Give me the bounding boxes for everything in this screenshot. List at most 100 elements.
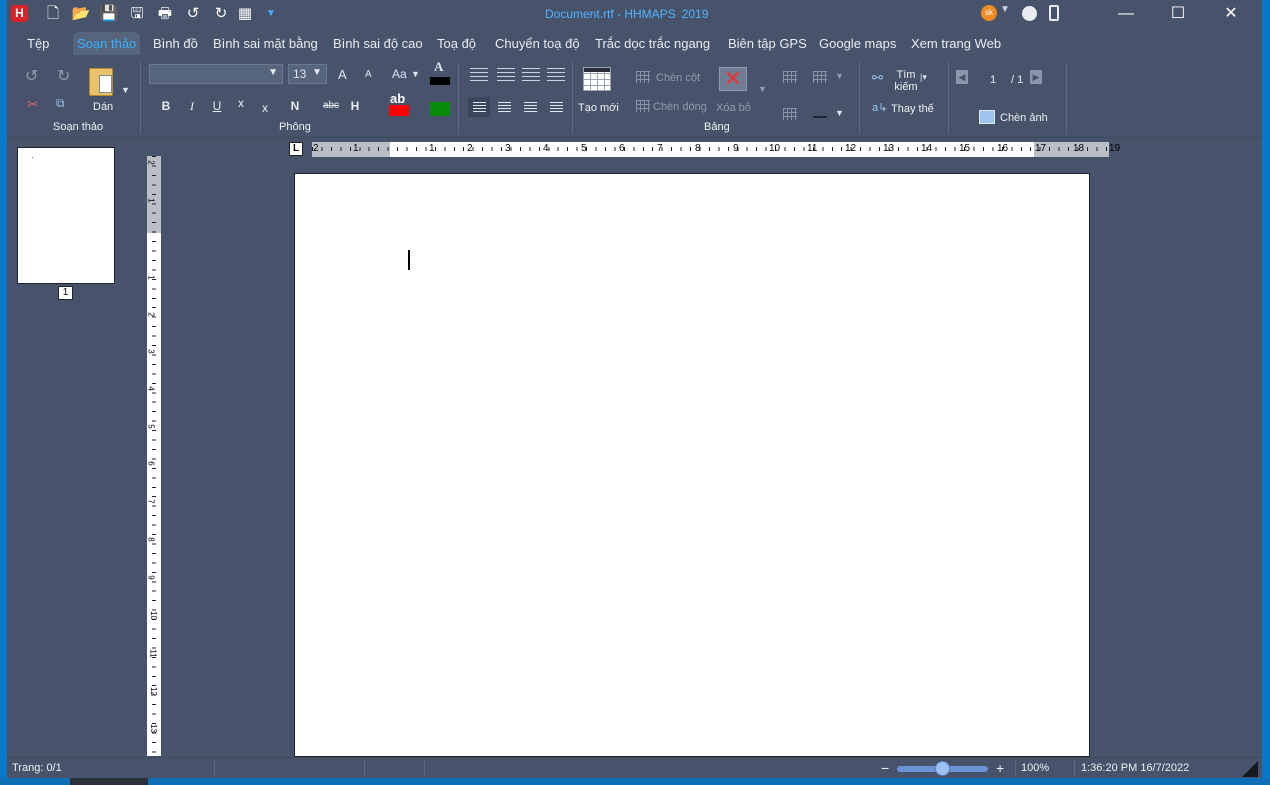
undo-icon[interactable]: ↺ <box>25 66 38 86</box>
paste-label[interactable]: Dán <box>93 101 113 113</box>
subscript-button[interactable]: x <box>233 95 249 111</box>
undo-icon[interactable]: ↺ <box>183 4 203 24</box>
maximize-button[interactable]: ☐ <box>1152 0 1204 28</box>
menu-binh-sai-do-cao[interactable]: Bình sai độ cao <box>333 36 423 51</box>
copy-icon[interactable]: ⧉ <box>56 96 65 111</box>
chevron-down-icon[interactable]: |▾ <box>920 72 927 83</box>
next-page-icon[interactable]: ▶ <box>1030 70 1042 84</box>
usb-key-icon[interactable] <box>1049 5 1059 21</box>
binoculars-icon[interactable]: ⚯ <box>872 70 883 86</box>
ruler-label: 4 <box>146 386 156 391</box>
align-left-button[interactable] <box>468 97 490 117</box>
previous-page-icon[interactable]: ◀ <box>956 70 968 84</box>
chevron-down-icon[interactable]: ▼ <box>1000 4 1010 15</box>
insert-image-button[interactable]: Chèn ảnh <box>1000 112 1048 124</box>
redo-icon[interactable]: ↻ <box>211 4 231 24</box>
close-button[interactable]: ✕ <box>1205 0 1257 28</box>
account-avatar[interactable]: sk <box>981 5 997 21</box>
menu-binh-do[interactable]: Bình đồ <box>153 36 198 51</box>
normal-style-button[interactable]: N <box>287 98 303 114</box>
print-icon[interactable]: 🖶 <box>155 4 175 24</box>
decrease-indent-icon[interactable] <box>522 68 540 82</box>
theme-toggle-button[interactable] <box>1022 6 1037 21</box>
bold-button[interactable]: B <box>158 98 174 114</box>
chevron-down-icon[interactable]: ▼ <box>411 69 420 79</box>
heading-button[interactable]: H <box>347 98 363 114</box>
font-color-button[interactable]: A <box>434 59 443 75</box>
menu-soan-thao[interactable]: Soạn thảo <box>73 32 141 55</box>
grow-font-button[interactable]: A <box>338 67 347 82</box>
resize-grip-icon[interactable] <box>1242 761 1258 777</box>
menu-toa-do[interactable]: Toạ độ <box>437 36 476 51</box>
page-thumbnail[interactable] <box>17 147 115 284</box>
strikethrough-button[interactable]: abc <box>320 98 342 114</box>
chevron-down-icon[interactable]: ▼ <box>835 71 844 81</box>
italic-button[interactable]: I <box>184 98 200 114</box>
shrink-font-button[interactable]: A <box>365 69 372 80</box>
new-table-button[interactable]: Tạo mới <box>578 102 619 114</box>
insert-column-button[interactable]: Chèn cột <box>656 72 700 84</box>
save-icon[interactable]: 💾 <box>99 4 119 24</box>
change-case-button[interactable]: Aa <box>392 67 407 81</box>
vertical-ruler[interactable]: 2 1 1 2 3 4 5 6 7 8 9 10 11 12 13 <box>147 156 161 756</box>
text-cursor <box>408 250 410 270</box>
ruler-label: 4 <box>543 143 549 154</box>
replace-icon[interactable]: a↳ <box>872 101 887 114</box>
chevron-down-icon[interactable]: ▼ <box>121 85 130 95</box>
zoom-in-button[interactable]: + <box>996 760 1004 776</box>
bullet-list-icon[interactable] <box>470 68 488 82</box>
save-as-icon[interactable]: 🖫 <box>127 4 147 24</box>
menu-binh-sai-mat-bang[interactable]: Bình sai mặt bằng <box>213 36 318 51</box>
cut-icon[interactable]: ✂ <box>27 96 39 113</box>
split-cells-icon[interactable] <box>813 71 827 83</box>
zoom-slider-handle[interactable] <box>934 761 950 776</box>
numbered-list-icon[interactable] <box>497 68 515 82</box>
insert-row-button[interactable]: Chèn dòng <box>653 101 707 113</box>
menu-trac-doc-trac-ngang[interactable]: Trắc dọc trắc ngang <box>595 36 710 51</box>
table-properties-icon[interactable] <box>783 108 797 120</box>
redo-icon[interactable]: ↻ <box>57 66 70 86</box>
new-document-icon[interactable]: 🗋 <box>43 4 63 24</box>
increase-indent-icon[interactable] <box>547 68 565 82</box>
menu-google-maps[interactable]: Google maps <box>819 36 896 51</box>
underline-button[interactable]: U <box>209 98 225 114</box>
image-icon[interactable] <box>979 110 995 124</box>
calculator-icon[interactable]: ▦ <box>235 4 255 24</box>
open-icon[interactable]: 📂 <box>71 4 91 24</box>
menu-xem-trang-web[interactable]: Xem trang Web <box>911 36 1001 51</box>
page-current[interactable]: 1 <box>990 74 996 86</box>
font-name-select[interactable]: ▼ <box>149 64 283 84</box>
customize-icon[interactable]: ▼ <box>261 4 281 24</box>
menu-tep[interactable]: Tệp <box>27 36 49 51</box>
app-logo-icon[interactable]: H <box>11 5 28 22</box>
align-right-button[interactable] <box>545 97 567 117</box>
shading-color-swatch[interactable] <box>430 102 450 116</box>
replace-button[interactable]: Thay thế <box>891 103 934 115</box>
menu-bien-tap-gps[interactable]: Biên tập GPS <box>728 36 807 51</box>
menu-chuyen-toa-do[interactable]: Chuyển toạ độ <box>495 36 580 51</box>
document-page[interactable] <box>294 173 1090 757</box>
chevron-down-icon[interactable]: ▼ <box>758 84 767 94</box>
border-style-icon[interactable] <box>813 116 827 118</box>
ruler-label: 17 <box>1035 143 1047 154</box>
tab-stop-selector[interactable]: L <box>289 142 303 156</box>
align-center-button[interactable] <box>493 97 515 117</box>
delete-table-icon[interactable]: ✕ <box>719 67 747 91</box>
chevron-down-icon[interactable]: ▼ <box>835 108 844 118</box>
font-color-swatch[interactable] <box>430 77 450 85</box>
superscript-button[interactable]: x <box>257 100 273 116</box>
horizontal-ruler[interactable]: 2 1 1 2 3 4 5 6 7 8 9 10 11 12 13 14 15 16 17 18 19 <box>312 142 1120 157</box>
zoom-out-button[interactable]: − <box>881 760 889 776</box>
highlight-button[interactable]: ab <box>390 91 405 106</box>
align-justify-button[interactable] <box>519 97 541 117</box>
paste-icon[interactable] <box>89 68 113 96</box>
highlight-color-swatch[interactable] <box>389 105 409 116</box>
font-size-select[interactable]: 13 ▼ <box>288 64 327 84</box>
status-separator <box>424 760 425 777</box>
merge-cells-icon[interactable] <box>783 71 797 83</box>
search-button[interactable]: Tìm kiếm <box>893 69 919 93</box>
new-table-icon[interactable] <box>583 67 611 91</box>
zoom-level[interactable]: 100% <box>1021 762 1049 774</box>
delete-table-button[interactable]: Xóa bỏ <box>716 102 751 114</box>
minimize-button[interactable]: — <box>1100 0 1152 28</box>
